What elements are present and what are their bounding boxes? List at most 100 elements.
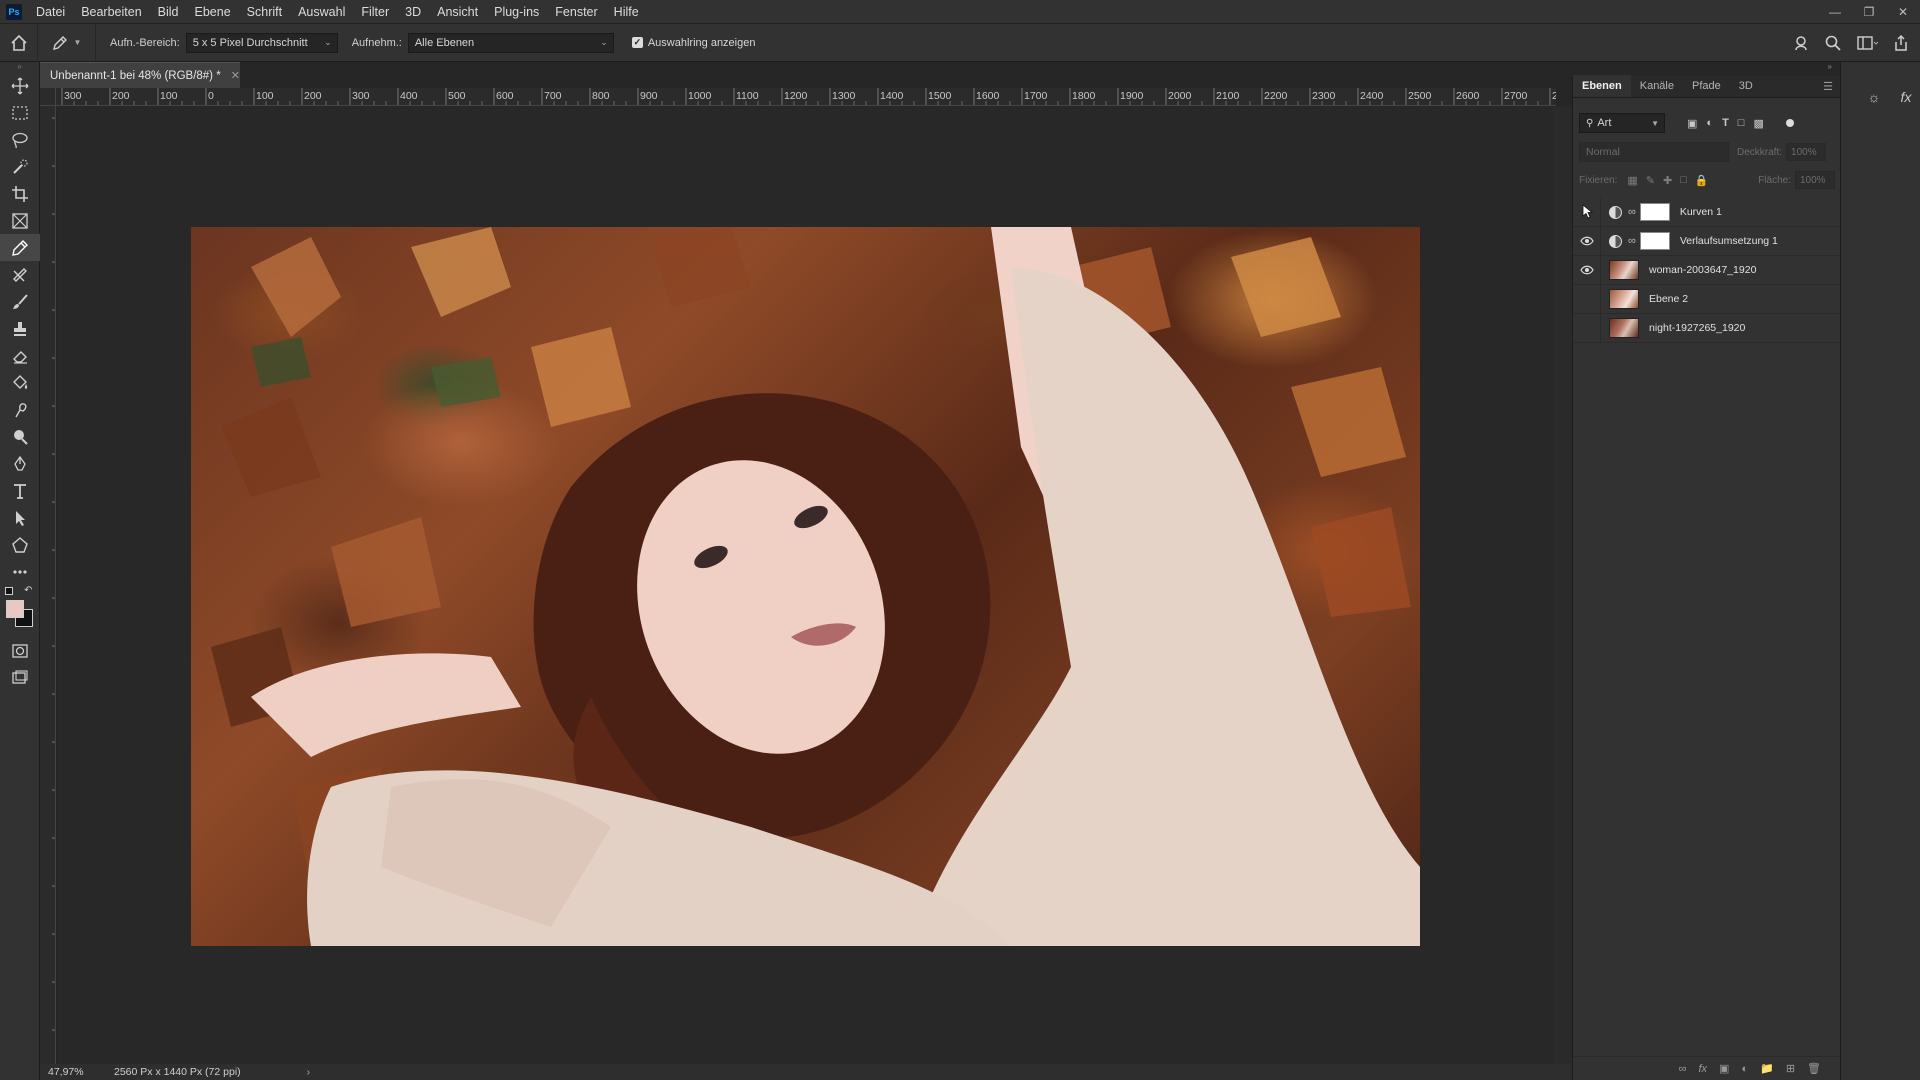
- menu-bearbeiten[interactable]: Bearbeiten: [73, 0, 149, 24]
- brush-tool[interactable]: [0, 288, 40, 315]
- default-colors-icon[interactable]: [5, 587, 13, 595]
- menu-ansicht[interactable]: Ansicht: [429, 0, 486, 24]
- vertical-ruler[interactable]: [40, 106, 56, 1064]
- layer-row[interactable]: ∞ Kurven 1: [1573, 197, 1841, 227]
- new-layer-icon[interactable]: ⊞: [1786, 1062, 1795, 1075]
- layer-row[interactable]: ∞ Verlaufsumsetzung 1: [1573, 226, 1841, 256]
- pen-tool[interactable]: [0, 450, 40, 477]
- smudge-tool[interactable]: [0, 396, 40, 423]
- visibility-toggle[interactable]: [1576, 317, 1598, 339]
- object-selection-tool[interactable]: [0, 153, 40, 180]
- layer-row[interactable]: Ebene 2: [1573, 284, 1841, 314]
- layer-row[interactable]: woman-2003647_1920: [1573, 255, 1841, 285]
- smart-object-filter-icon[interactable]: ▩: [1753, 117, 1763, 130]
- layer-thumbnail[interactable]: [1609, 289, 1639, 309]
- eyedropper-tool[interactable]: [0, 234, 40, 261]
- new-adjustment-icon[interactable]: ◐: [1741, 1063, 1748, 1075]
- panel-grip-icon[interactable]: »: [0, 62, 39, 72]
- document-image[interactable]: [191, 227, 1420, 946]
- layer-thumbnail[interactable]: [1609, 260, 1639, 280]
- layer-mask-thumbnail[interactable]: [1639, 232, 1670, 250]
- layer-row[interactable]: night-1927265_1920: [1573, 313, 1841, 343]
- fx-panel-icon[interactable]: fx: [1893, 84, 1919, 110]
- path-selection-tool[interactable]: [0, 504, 40, 531]
- pixel-filter-icon[interactable]: ▣: [1687, 117, 1697, 130]
- menu-plugins[interactable]: Plug-ins: [486, 0, 547, 24]
- foreground-color-swatch[interactable]: [6, 600, 24, 618]
- shape-filter-icon[interactable]: □: [1738, 117, 1745, 130]
- lock-position-icon[interactable]: ✚: [1663, 174, 1672, 187]
- opacity-field[interactable]: 100%: [1786, 143, 1827, 161]
- layer-mask-thumbnail[interactable]: [1639, 203, 1670, 221]
- document-tab[interactable]: Unbenannt-1 bei 48% (RGB/8#) * ✕: [40, 62, 240, 88]
- add-mask-icon[interactable]: ▣: [1719, 1062, 1729, 1075]
- lasso-tool[interactable]: [0, 126, 40, 153]
- lock-pixels-icon[interactable]: ✎: [1646, 174, 1655, 187]
- crop-tool[interactable]: [0, 180, 40, 207]
- history-brush-tool[interactable]: [0, 342, 40, 369]
- fx-icon[interactable]: fx: [1698, 1063, 1707, 1075]
- trash-icon[interactable]: 🗑: [1807, 1062, 1821, 1075]
- menu-datei[interactable]: Datei: [28, 0, 73, 24]
- share-icon[interactable]: [1892, 34, 1910, 52]
- lock-transparent-icon[interactable]: ▦: [1627, 174, 1637, 187]
- layer-thumbnail[interactable]: [1609, 318, 1639, 338]
- workspace-icon[interactable]: [1856, 34, 1878, 52]
- sample-select[interactable]: Alle Ebenen ⌄: [407, 32, 614, 53]
- blend-mode-select[interactable]: Normal: [1579, 142, 1729, 162]
- menu-ebene[interactable]: Ebene: [187, 0, 239, 24]
- lock-all-icon[interactable]: 🔒: [1695, 174, 1709, 187]
- menu-fenster[interactable]: Fenster: [547, 0, 605, 24]
- menu-hilfe[interactable]: Hilfe: [606, 0, 647, 24]
- clone-stamp-tool[interactable]: [0, 315, 40, 342]
- layer-filter-select[interactable]: ⚲ Art ▼: [1579, 113, 1665, 133]
- menu-3d[interactable]: 3D: [397, 0, 429, 24]
- quick-mask-button[interactable]: [0, 637, 40, 664]
- move-tool[interactable]: [0, 72, 40, 99]
- adjustment-filter-icon[interactable]: ◐: [1706, 117, 1713, 130]
- filter-toggle[interactable]: [1785, 119, 1794, 127]
- visibility-toggle[interactable]: [1576, 288, 1598, 310]
- new-group-icon[interactable]: 📁: [1760, 1062, 1774, 1075]
- show-sampling-ring-checkbox[interactable]: ✓ Auswahlring anzeigen: [631, 37, 755, 49]
- menu-bild[interactable]: Bild: [150, 0, 187, 24]
- sample-size-select[interactable]: 5 x 5 Pixel Durchschnitt ⌄: [185, 32, 338, 53]
- minimize-icon[interactable]: —: [1818, 0, 1852, 24]
- shape-tool[interactable]: [0, 531, 40, 558]
- dodge-tool[interactable]: [0, 423, 40, 450]
- swap-colors-icon[interactable]: ↶: [24, 585, 32, 596]
- adjustments-icon[interactable]: ☼: [1861, 84, 1887, 110]
- tab-kanaele[interactable]: Kanäle: [1631, 75, 1683, 97]
- more-tools[interactable]: [0, 558, 40, 585]
- visibility-toggle[interactable]: [1576, 201, 1598, 223]
- type-filter-icon[interactable]: T: [1722, 117, 1729, 130]
- fill-field[interactable]: 100%: [1795, 171, 1835, 189]
- close-icon[interactable]: ✕: [1886, 0, 1920, 24]
- horizontal-ruler[interactable]: 300 200 100 0 100 200 300 400 500 600 700 800 900 100…: [56, 88, 1556, 106]
- vertical-scrollbar[interactable]: [1553, 107, 1572, 1064]
- tab-3d[interactable]: 3D: [1730, 75, 1762, 97]
- close-icon[interactable]: ✕: [231, 69, 240, 82]
- zoom-level[interactable]: 47,97%: [48, 1066, 104, 1078]
- menu-auswahl[interactable]: Auswahl: [290, 0, 353, 24]
- marquee-tool[interactable]: [0, 99, 40, 126]
- tool-preset-picker[interactable]: ▼: [38, 23, 96, 62]
- menu-schrift[interactable]: Schrift: [239, 0, 290, 24]
- frame-tool[interactable]: [0, 207, 40, 234]
- visibility-toggle[interactable]: [1576, 230, 1598, 252]
- link-layers-icon[interactable]: ∞: [1679, 1063, 1687, 1075]
- healing-brush-tool[interactable]: [0, 261, 40, 288]
- home-button[interactable]: [0, 23, 38, 62]
- search-icon[interactable]: [1824, 34, 1842, 52]
- visibility-toggle[interactable]: [1576, 259, 1598, 281]
- tab-pfade[interactable]: Pfade: [1683, 75, 1730, 97]
- restore-icon[interactable]: ❐: [1852, 0, 1886, 24]
- screen-mode-button[interactable]: [0, 664, 40, 691]
- lock-artboard-icon[interactable]: □: [1680, 174, 1687, 187]
- panel-collapse-bar[interactable]: »: [1572, 62, 1840, 76]
- paint-bucket-tool[interactable]: [0, 369, 40, 396]
- tab-ebenen[interactable]: Ebenen: [1573, 75, 1631, 97]
- panel-menu-icon[interactable]: ☰: [1823, 80, 1833, 93]
- type-tool[interactable]: [0, 477, 40, 504]
- learn-icon[interactable]: [1792, 34, 1810, 52]
